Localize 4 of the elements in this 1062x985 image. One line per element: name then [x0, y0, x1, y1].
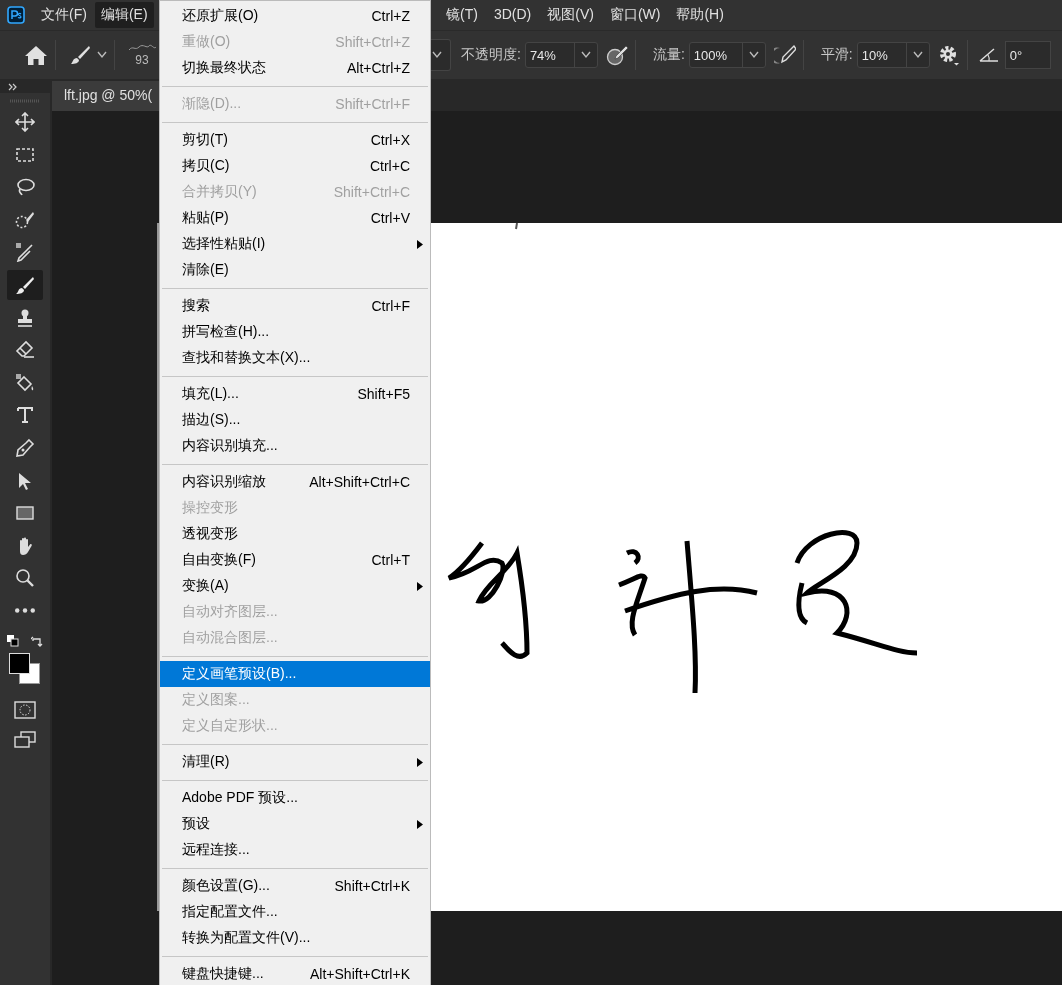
field-label: 流量: [652, 46, 685, 64]
field-label: 平滑: [820, 46, 853, 64]
brush-size: 93 [135, 53, 149, 67]
field-label: 不透明度: [461, 46, 521, 64]
